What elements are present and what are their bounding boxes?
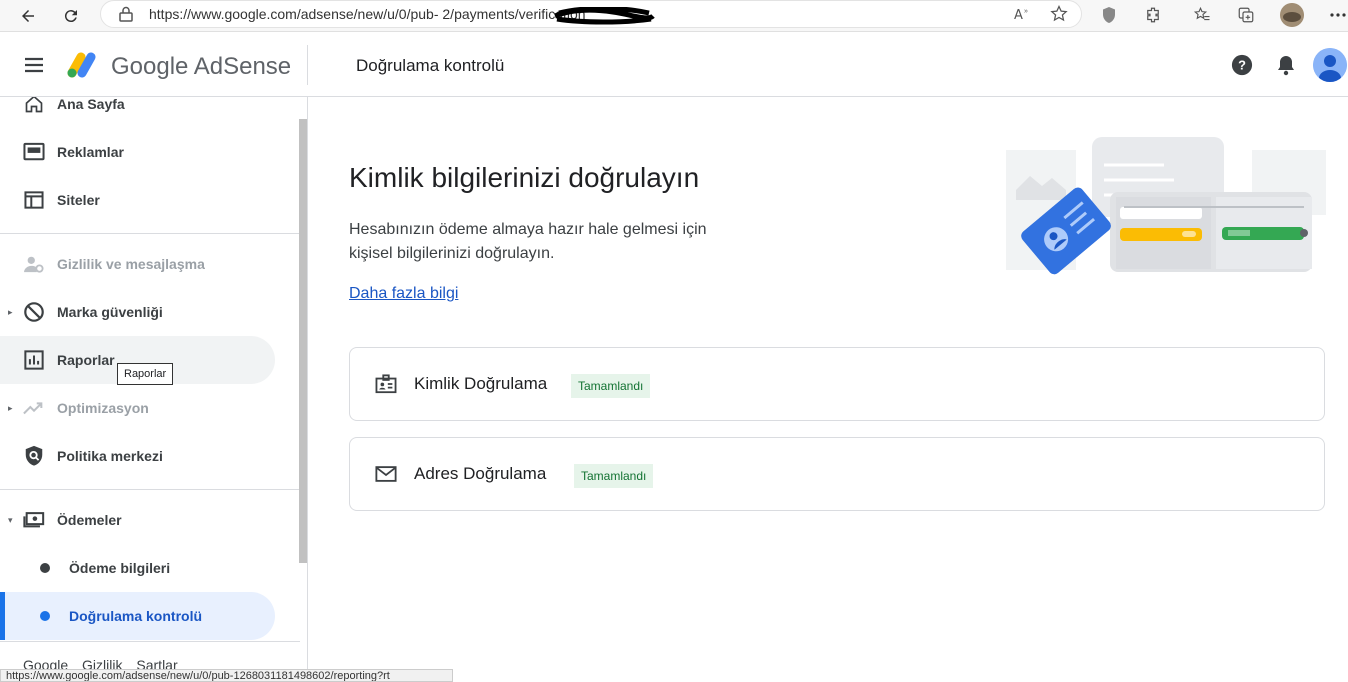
extensions-icon[interactable] (1141, 3, 1165, 27)
mail-icon (374, 462, 398, 486)
account-avatar[interactable] (1313, 48, 1347, 82)
help-icon[interactable]: ? (1230, 53, 1254, 77)
svg-text:A: A (1014, 8, 1023, 22)
profile-avatar-icon[interactable] (1280, 3, 1304, 27)
notifications-bell-icon[interactable] (1274, 53, 1298, 77)
menu-icon[interactable] (22, 53, 46, 82)
sidebar-item-verification[interactable]: Doğrulama kontrolü (0, 592, 275, 640)
sidebar: Ana Sayfa Reklamlar Siteler Gizlilik ve … (0, 97, 308, 682)
sidebar-divider (0, 489, 300, 490)
sites-icon (22, 188, 46, 212)
read-aloud-icon[interactable]: A» (1011, 2, 1035, 26)
block-icon (22, 300, 46, 324)
sidebar-divider (0, 641, 300, 642)
identity-verification-card[interactable]: Kimlik Doğrulama Tamamlandı (349, 347, 1325, 421)
card-title: Adres Doğrulama (414, 464, 547, 483)
lock-icon (119, 6, 133, 27)
svg-text:»: » (1024, 8, 1028, 15)
more-menu-icon[interactable] (1326, 3, 1348, 27)
home-icon (22, 97, 46, 116)
sidebar-item-ads[interactable]: Reklamlar (0, 128, 275, 176)
tooltip: Raporlar (117, 363, 174, 385)
sidebar-item-privacy[interactable]: Gizlilik ve mesajlaşma (0, 240, 275, 288)
ads-icon (22, 140, 46, 164)
expand-arrow-icon[interactable]: ▸ (8, 403, 13, 414)
status-badge: Tamamlandı (574, 464, 654, 488)
policy-shield-icon (22, 444, 46, 468)
main-description: Hesabınızın ödeme almaya hazır hale gelm… (349, 221, 707, 262)
bullet-dot (40, 563, 50, 573)
active-indicator (0, 592, 5, 640)
redaction-scribble (554, 7, 655, 25)
sidebar-item-brand-safety[interactable]: ▸ Marka güvenliği (0, 288, 275, 336)
address-verification-card[interactable]: Adres Doğrulama Tamamlandı (349, 437, 1325, 511)
app-header: Google AdSense Doğrulama kontrolü ? (0, 33, 1348, 97)
sidebar-item-optimization[interactable]: ▸ Optimizasyon (0, 384, 275, 432)
sidebar-divider (0, 233, 300, 234)
card-title: Kimlik Doğrulama (414, 374, 548, 393)
back-arrow-icon[interactable] (15, 3, 41, 29)
header-divider (307, 45, 308, 85)
svg-text:?: ? (1238, 58, 1246, 73)
sidebar-scrollbar[interactable] (299, 119, 307, 563)
sidebar-item-home[interactable]: Ana Sayfa (0, 97, 275, 128)
reports-icon (22, 348, 46, 372)
brand-name[interactable]: Google AdSense (111, 53, 291, 81)
sidebar-item-sites[interactable]: Siteler (0, 176, 275, 224)
bullet-dot (40, 611, 50, 621)
url-text: https://www.google.com/adsense/new/u/0/p… (149, 6, 586, 22)
sidebar-item-payments[interactable]: ▾ Ödemeler (0, 496, 275, 544)
favorite-add-icon[interactable] (1047, 2, 1071, 26)
collapse-arrow-icon[interactable]: ▾ (8, 515, 13, 526)
sidebar-item-payment-info[interactable]: Ödeme bilgileri (0, 544, 275, 592)
shield-extension-icon[interactable] (1097, 3, 1121, 27)
id-card-icon (374, 372, 398, 396)
browser-toolbar: https://www.google.com/adsense/new/u/0/p… (0, 0, 1348, 32)
status-badge: Tamamlandı (571, 374, 651, 398)
verification-illustration (1004, 135, 1328, 277)
learn-more-link[interactable]: Daha fazla bilgi (349, 285, 458, 303)
page-title: Doğrulama kontrolü (356, 56, 505, 75)
adsense-logo-icon[interactable] (64, 49, 100, 84)
expand-arrow-icon[interactable]: ▸ (8, 307, 13, 318)
sidebar-item-policy-center[interactable]: Politika merkezi (0, 432, 275, 480)
trending-icon (22, 396, 46, 420)
favorites-icon[interactable] (1190, 3, 1214, 27)
address-bar[interactable]: https://www.google.com/adsense/new/u/0/p… (100, 0, 1082, 28)
refresh-icon[interactable] (58, 3, 84, 29)
privacy-icon (22, 252, 46, 276)
status-url-bar: https://www.google.com/adsense/new/u/0/p… (0, 669, 453, 682)
main-heading: Kimlik bilgilerinizi doğrulayın (349, 162, 700, 193)
payments-icon (22, 508, 46, 532)
collections-icon[interactable] (1234, 3, 1258, 27)
